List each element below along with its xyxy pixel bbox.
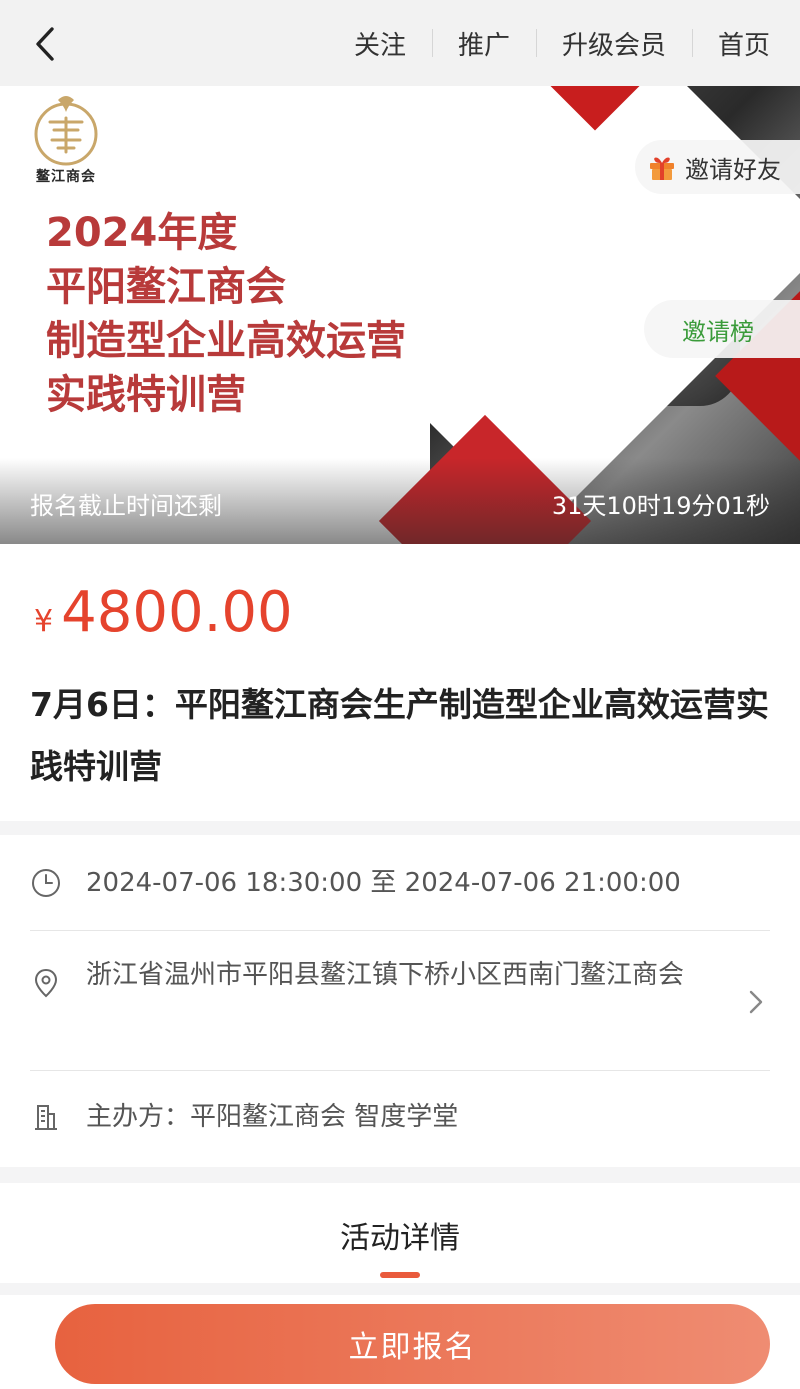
event-address-text: 浙江省温州市平阳县鳌江镇下桥小区西南门鳌江商会	[86, 960, 685, 990]
banner-title-line: 制造型企业高效运营	[46, 318, 406, 364]
event-info-card: ¥ 4800.00 7月6日：平阳鳌江商会生产制造型企业高效运营实践特训营	[0, 544, 800, 821]
nav-follow-link[interactable]: 关注	[328, 25, 432, 62]
logo-text: 鳌江商会	[36, 169, 96, 185]
chevron-right-icon	[749, 990, 763, 1014]
event-title: 7月6日：平阳鳌江商会生产制造型企业高效运营实践特训营	[30, 685, 769, 786]
invite-rank-button[interactable]: 邀请榜	[644, 300, 800, 358]
bottom-action-bar: 立即报名	[0, 1295, 800, 1389]
invite-friends-label: 邀请好友	[685, 155, 781, 184]
chamber-logo: 鳌江商会	[28, 92, 104, 188]
banner-title-line: 2024年度	[46, 210, 238, 256]
active-tab-indicator	[380, 1272, 420, 1278]
location-pin-icon	[34, 968, 58, 998]
chamber-seal-icon	[34, 96, 98, 166]
currency-symbol: ¥	[34, 604, 54, 639]
gift-icon	[650, 157, 674, 180]
nav-upgrade-member-link[interactable]: 升级会员	[536, 25, 692, 62]
detail-tabs: 活动详情	[0, 1183, 800, 1283]
event-time-text: 2024-07-06 18:30:00 至 2024-07-06 21:00:0…	[86, 868, 681, 898]
top-nav-bar: 关注 推广 升级会员 首页	[0, 0, 800, 86]
event-time-row: 2024-07-06 18:30:00 至 2024-07-06 21:00:0…	[30, 861, 770, 905]
clock-icon	[32, 869, 60, 897]
building-icon	[35, 1105, 57, 1130]
banner-title-line: 实践特训营	[46, 372, 246, 418]
event-details-card: 2024-07-06 18:30:00 至 2024-07-06 21:00:0…	[0, 835, 800, 1167]
invite-rank-label: 邀请榜	[682, 317, 754, 346]
nav-home-link[interactable]: 首页	[692, 25, 780, 62]
tab-activity-details[interactable]: 活动详情	[0, 1213, 800, 1257]
registration-countdown: 报名截止时间还剩 31天10时19分01秒	[0, 458, 800, 544]
signup-button[interactable]: 立即报名	[55, 1304, 770, 1384]
nav-promote-link[interactable]: 推广	[432, 25, 536, 62]
event-address-row[interactable]: 浙江省温州市平阳县鳌江镇下桥小区西南门鳌江商会	[30, 953, 770, 1014]
countdown-time: 31天10时19分01秒	[551, 492, 770, 520]
countdown-label: 报名截止时间还剩	[30, 492, 222, 520]
event-organizer-row: 主办方：平阳鳌江商会 智度学堂	[30, 1095, 770, 1139]
back-button[interactable]	[30, 24, 60, 64]
event-banner: 鳌江商会 2024年度 平阳鳌江商会 制造型企业高效运营 实践特训营 邀请好友 …	[0, 86, 800, 544]
event-organizer-text: 主办方：平阳鳌江商会 智度学堂	[86, 1102, 459, 1132]
price-value: 4800.00	[61, 580, 293, 645]
nav-links: 关注 推广 升级会员 首页	[328, 0, 780, 86]
divider	[30, 1070, 770, 1071]
invite-friends-button[interactable]: 邀请好友	[635, 140, 800, 194]
banner-title-line: 平阳鳌江商会	[46, 264, 286, 310]
divider	[30, 930, 770, 931]
chevron-left-icon	[36, 27, 54, 61]
banner-title: 2024年度 平阳鳌江商会 制造型企业高效运营 实践特训营	[46, 206, 406, 422]
event-price: ¥ 4800.00	[34, 580, 293, 645]
